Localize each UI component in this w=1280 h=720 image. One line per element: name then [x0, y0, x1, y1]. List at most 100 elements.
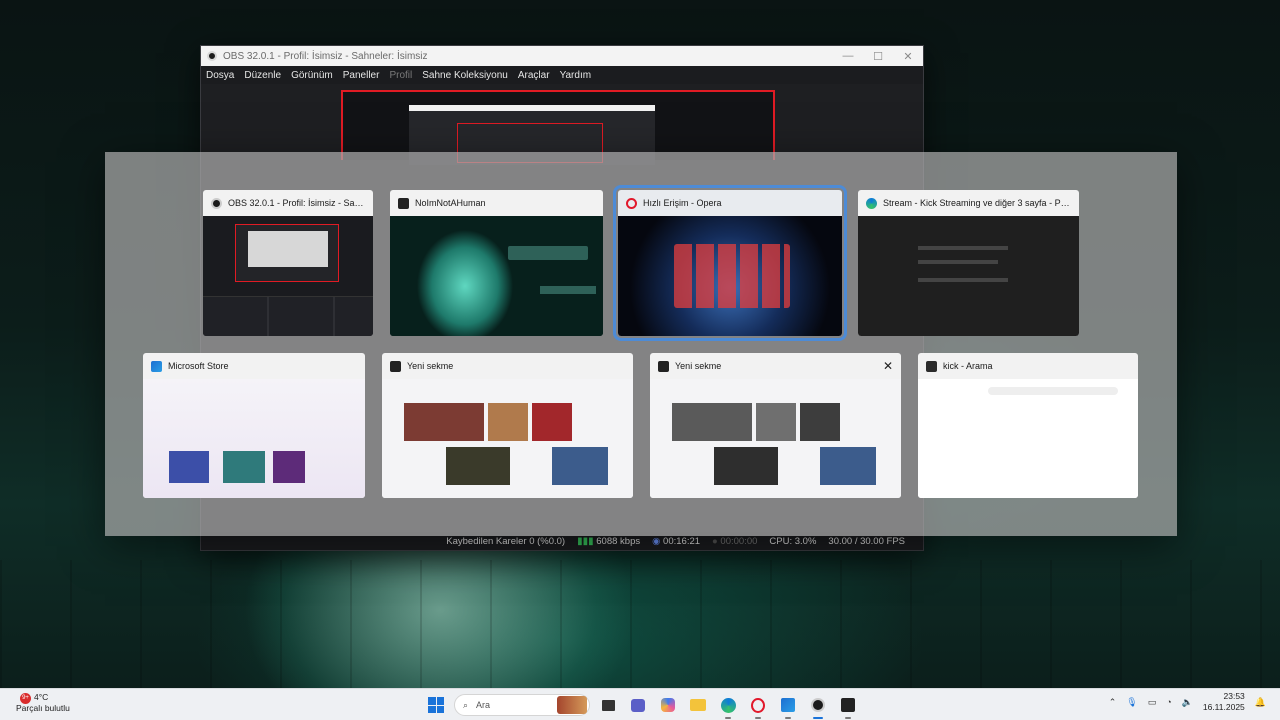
obs-button[interactable] [806, 693, 830, 719]
notification-bell-icon[interactable]: 🔔 [1255, 697, 1266, 708]
card-label: kick - Arama [943, 361, 993, 371]
menu-dosya[interactable]: Dosya [206, 70, 234, 81]
news-tile [446, 447, 510, 485]
window-preview [918, 379, 1138, 498]
rec-group: ● 00:00:00 [712, 536, 757, 547]
weather-tile [552, 447, 608, 485]
preview-canvas [235, 224, 339, 282]
card-header: Stream - Kick Streaming ve diğer 3 sayfa… [858, 190, 1079, 216]
edge-button[interactable] [716, 693, 740, 719]
switcher-card-newtab-2[interactable]: Yeni sekme ✕ [650, 353, 901, 498]
system-tray: ⌃ 🎙 ▭ ◔ 🔈 23:53 16.11.2025 🔔 [1109, 691, 1266, 713]
preview-search-bar [988, 387, 1118, 395]
opera-icon [751, 697, 765, 713]
taskbar-search[interactable]: ⌕ Ara [454, 694, 590, 716]
record-icon: ● [712, 535, 718, 547]
switcher-card-store[interactable]: Microsoft Store [143, 353, 365, 498]
news-tile [488, 403, 528, 441]
window-preview [382, 379, 633, 498]
obs-preview-canvas[interactable] [341, 90, 775, 165]
start-button[interactable] [424, 693, 448, 717]
obs-icon [811, 698, 825, 712]
store-button[interactable] [776, 693, 800, 719]
menu-duzenle[interactable]: Düzenle [244, 70, 281, 81]
running-indicator [813, 717, 823, 719]
cpu-usage: CPU: 3.0% [769, 535, 817, 547]
close-button[interactable]: ✕ [893, 50, 923, 63]
minimize-button[interactable]: — [833, 50, 863, 62]
menu-sahne-koleksiyonu[interactable]: Sahne Koleksiyonu [422, 70, 508, 81]
menu-araclar[interactable]: Araçlar [518, 70, 550, 81]
card-header: Microsoft Store [143, 353, 365, 379]
running-indicator [755, 717, 761, 719]
menu-gorunum[interactable]: Görünüm [291, 70, 333, 81]
chevron-up-icon[interactable]: ⌃ [1109, 697, 1117, 708]
maximize-button[interactable]: ☐ [863, 50, 893, 63]
obs-titlebar[interactable]: OBS 32.0.1 - Profil: İsimsiz - Sahneler:… [201, 46, 923, 66]
stream-icon: ◉ [652, 535, 661, 547]
preview-docks [203, 296, 373, 336]
menu-paneller[interactable]: Paneller [343, 70, 380, 81]
wallpaper-floor [0, 560, 1280, 688]
switcher-card-game[interactable]: NoImNotAHuman [390, 190, 603, 336]
signal-icon: ▮▮▮ [577, 535, 594, 547]
preview-screenshot [169, 451, 209, 483]
running-indicator [845, 717, 851, 719]
task-view-button[interactable] [596, 693, 620, 717]
running-indicator [785, 717, 791, 719]
window-preview [203, 216, 373, 336]
taskbar: 9+ 4°C Parçalı bulutlu ⌕ Ara ⌃ 🎙 ▭ ◔ 🔈 2… [0, 688, 1280, 720]
copilot-button[interactable] [656, 693, 680, 717]
network-icon[interactable]: ◔ [1166, 697, 1171, 707]
teams-button[interactable] [626, 693, 650, 717]
obs-title: OBS 32.0.1 - Profil: İsimsiz - Sahneler:… [223, 50, 428, 62]
taskbar-apps: ⌕ Ara [424, 693, 860, 719]
display-icon[interactable]: ▭ [1148, 697, 1157, 708]
switcher-card-opera[interactable]: Hızlı Erişim - Opera [613, 185, 847, 341]
search-icon [926, 360, 937, 372]
folder-icon [690, 699, 706, 711]
store-icon [151, 360, 162, 372]
notification-badge: 9+ [20, 693, 31, 704]
weather-widget[interactable]: 9+ 4°C Parçalı bulutlu [16, 692, 70, 714]
edge-icon [866, 197, 877, 209]
card-header: kick - Arama [918, 353, 1138, 379]
weather-tile [820, 447, 876, 485]
store-icon [781, 698, 795, 712]
search-highlight-image [557, 696, 587, 714]
game-button[interactable] [836, 693, 860, 719]
weather-desc: Parçalı bulutlu [16, 703, 70, 713]
switcher-card-obs[interactable]: OBS 32.0.1 - Profil: İsimsiz - Sahneler:… [203, 190, 373, 336]
microphone-icon[interactable]: 🎙 [1126, 697, 1137, 708]
menu-yardim[interactable]: Yardım [560, 70, 592, 81]
record-time: 00:00:00 [720, 535, 758, 547]
window-preview [143, 379, 365, 498]
card-label: OBS 32.0.1 - Profil: İsimsiz - Sahneler:… [228, 198, 365, 208]
task-switcher: OBS 32.0.1 - Profil: İsimsiz - Sahneler:… [105, 152, 1177, 536]
search-placeholder: Ara [476, 700, 491, 710]
menu-profil[interactable]: Profil [389, 70, 412, 81]
news-tile [672, 403, 752, 441]
game-icon [841, 698, 855, 712]
card-header: Yeni sekme [382, 353, 633, 379]
task-view-icon [601, 699, 615, 711]
windows-logo-icon [428, 697, 444, 713]
card-label: Stream - Kick Streaming ve diğer 3 sayfa… [883, 198, 1071, 208]
clock[interactable]: 23:53 16.11.2025 [1203, 691, 1245, 713]
volume-icon[interactable]: 🔈 [1182, 697, 1193, 708]
preview-dialog-text [508, 246, 588, 260]
preview-line [918, 278, 1008, 282]
file-explorer-button[interactable] [686, 693, 710, 717]
switcher-card-newtab-1[interactable]: Yeni sekme [382, 353, 633, 498]
window-preview [390, 216, 603, 336]
card-label: Microsoft Store [168, 361, 229, 371]
stream-group: ◉ 00:16:21 [652, 536, 700, 547]
bitrate-group: ▮▮▮ 6088 kbps [577, 536, 640, 547]
switcher-card-edge[interactable]: Stream - Kick Streaming ve diğer 3 sayfa… [858, 190, 1079, 336]
switcher-card-search[interactable]: kick - Arama [918, 353, 1138, 498]
preview-line [918, 260, 998, 264]
opera-button[interactable] [746, 693, 770, 719]
close-icon[interactable]: ✕ [883, 359, 893, 373]
card-header: Yeni sekme ✕ [650, 353, 901, 379]
card-header: NoImNotAHuman [390, 190, 603, 216]
